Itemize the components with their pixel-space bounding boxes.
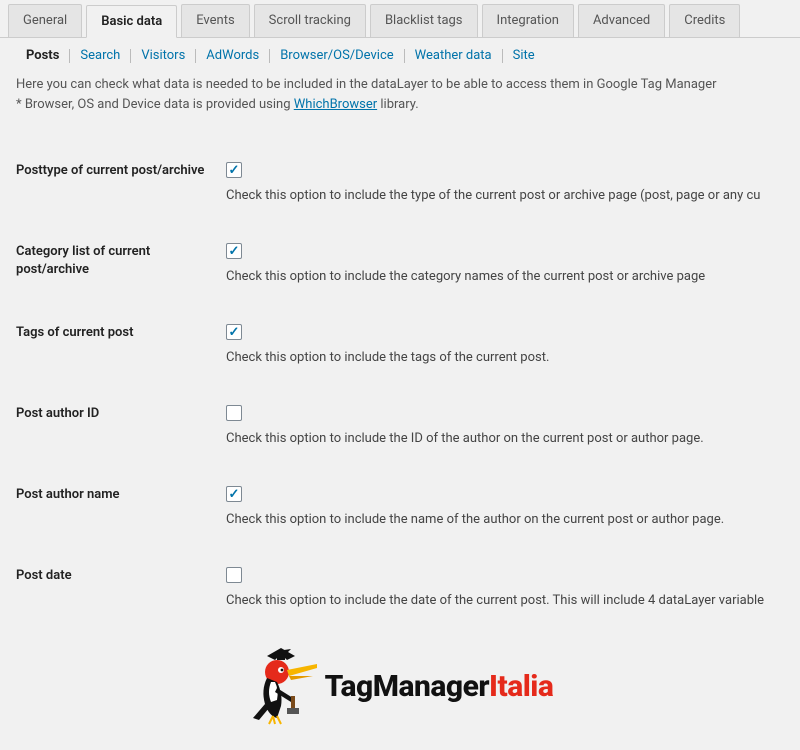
setting-posttype: Posttype of current post/archive Check t… <box>0 148 800 229</box>
setting-author-name: Post author name Check this option to in… <box>0 472 800 553</box>
setting-label: Tags of current post <box>16 324 226 342</box>
sub-tab-visitors[interactable]: Visitors <box>131 48 195 63</box>
tab-events[interactable]: Events <box>181 4 249 37</box>
tab-integration[interactable]: Integration <box>482 4 574 37</box>
sub-tab-adwords[interactable]: AdWords <box>196 48 269 63</box>
author-name-checkbox[interactable] <box>226 486 242 502</box>
setting-description: Check this option to include the date of… <box>226 591 784 611</box>
setting-label: Posttype of current post/archive <box>16 162 226 180</box>
setting-tags: Tags of current post Check this option t… <box>0 310 800 391</box>
tags-checkbox[interactable] <box>226 324 242 340</box>
intro-text: Here you can check what data is needed t… <box>0 69 800 114</box>
intro-prefix: * Browser, OS and Device data is provide… <box>16 97 294 112</box>
brand-text-a: TagManager <box>325 669 489 704</box>
setting-label: Post author name <box>16 486 226 504</box>
setting-label: Category list of current post/archive <box>16 243 226 279</box>
tab-blacklist-tags[interactable]: Blacklist tags <box>370 4 478 37</box>
brand-text: TagManagerItalia <box>325 669 554 704</box>
intro-line-1: Here you can check what data is needed t… <box>16 75 784 95</box>
categories-checkbox[interactable] <box>226 243 242 259</box>
setting-categories: Category list of current post/archive Ch… <box>0 229 800 310</box>
intro-line-2: * Browser, OS and Device data is provide… <box>16 95 784 115</box>
setting-description: Check this option to include the tags of… <box>226 348 784 368</box>
setting-description: Check this option to include the type of… <box>226 186 784 206</box>
sub-tab-weather-data[interactable]: Weather data <box>405 48 502 63</box>
tab-advanced[interactable]: Advanced <box>578 4 665 37</box>
post-date-checkbox[interactable] <box>226 567 242 583</box>
woodpecker-icon <box>247 646 319 726</box>
tab-general[interactable]: General <box>8 4 82 37</box>
tab-scroll-tracking[interactable]: Scroll tracking <box>254 4 366 37</box>
sub-tab-browser-os-device[interactable]: Browser/OS/Device <box>270 48 403 63</box>
setting-description: Check this option to include the name of… <box>226 510 784 530</box>
sub-tab-search[interactable]: Search <box>70 48 130 63</box>
sub-tabs: Posts Search Visitors AdWords Browser/OS… <box>0 38 800 69</box>
intro-suffix: library. <box>377 97 419 112</box>
setting-label: Post author ID <box>16 405 226 423</box>
sub-tab-site[interactable]: Site <box>503 48 545 63</box>
author-id-checkbox[interactable] <box>226 405 242 421</box>
tab-basic-data[interactable]: Basic data <box>86 5 177 38</box>
setting-post-date: Post date Check this option to include t… <box>0 553 800 634</box>
setting-label: Post date <box>16 567 226 585</box>
setting-author-id: Post author ID Check this option to incl… <box>0 391 800 472</box>
posttype-checkbox[interactable] <box>226 162 242 178</box>
sub-tab-posts[interactable]: Posts <box>16 48 69 63</box>
setting-description: Check this option to include the ID of t… <box>226 429 784 449</box>
settings-form: Posttype of current post/archive Check t… <box>0 148 800 634</box>
brand-text-b: Italia <box>489 669 553 704</box>
top-tabs: General Basic data Events Scroll trackin… <box>0 0 800 38</box>
tab-credits[interactable]: Credits <box>669 4 740 37</box>
whichbrowser-link[interactable]: WhichBrowser <box>294 97 377 112</box>
setting-description: Check this option to include the categor… <box>226 267 784 287</box>
brand-logo: TagManagerItalia <box>0 634 800 750</box>
